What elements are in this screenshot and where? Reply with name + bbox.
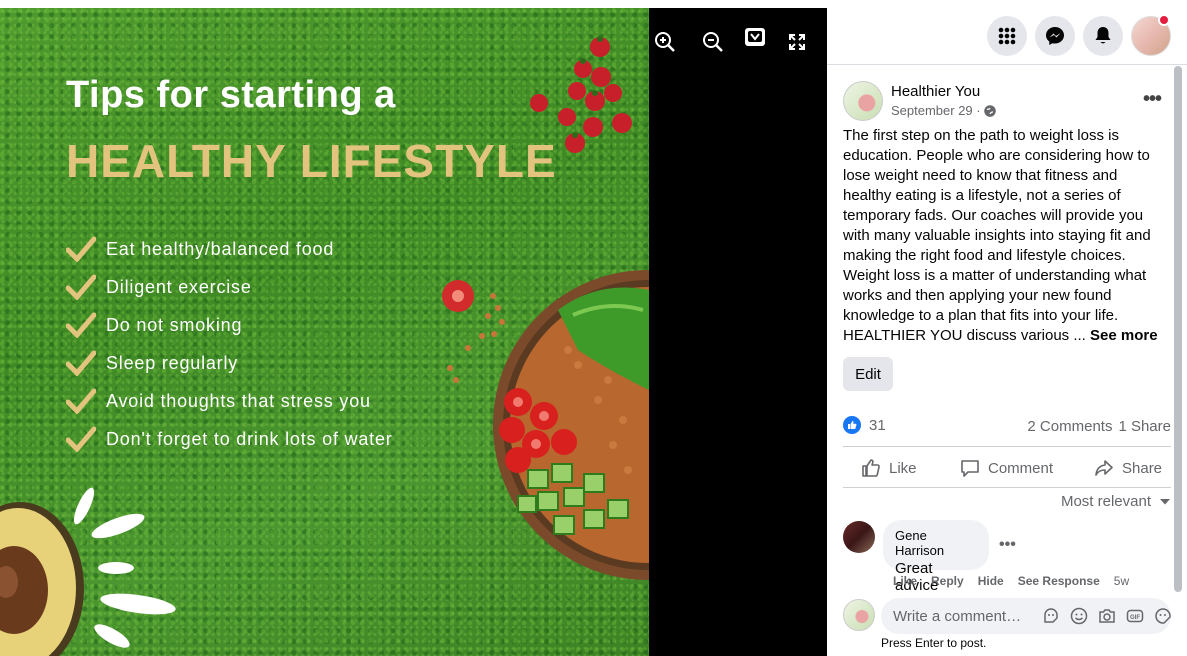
comment-actions: Like Reply Hide See Response 5w [893,574,1129,588]
tip-text: Sleep regularly [106,352,239,373]
composer-avatar [843,599,875,631]
sort-label: Most relevant [1060,493,1151,510]
photo-title-line1: Tips for starting a [66,74,396,116]
press-enter-hint: Press Enter to post. [881,636,987,650]
tips-list: Eat healthy/balanced food Diligent exerc… [66,230,393,458]
notifications-icon[interactable] [1083,16,1123,56]
comment-like-link[interactable]: Like [893,574,917,588]
avatar-sticker-icon[interactable] [1041,606,1061,626]
comment-time[interactable]: 5w [1114,574,1129,588]
tag-icon[interactable] [741,22,769,50]
emoji-icon[interactable] [1069,606,1089,626]
fullscreen-icon[interactable] [783,28,811,56]
messenger-icon[interactable] [1035,16,1075,56]
post-sidebar: Healthier You September 29 · ••• The fir… [827,0,1187,656]
strawberries-graphic [530,36,632,153]
tip-text: Eat healthy/balanced food [106,238,335,259]
likes-count: 31 [869,416,886,434]
see-response-link[interactable]: See Response [1018,574,1100,588]
chevron-down-icon [1160,498,1170,504]
svg-text:GIF: GIF [1130,615,1140,621]
reactions-summary[interactable]: 31 [843,416,886,434]
checkmark-icon [66,426,96,452]
post-text: The first step on the path to weight los… [843,126,1163,346]
comment-composer[interactable]: GIF [881,598,1171,634]
tip-text: Don't forget to drink lots of water [106,428,393,449]
post-date[interactable]: September 29 · [891,103,996,118]
comment-reply-link[interactable]: Reply [931,574,964,588]
share-button[interactable]: Share [1094,456,1162,480]
tip-item: Diligent exercise [66,268,393,306]
comment-sort-dropdown[interactable]: Most relevant [1061,493,1171,510]
page-avatar[interactable] [843,81,883,121]
checkmark-icon [66,236,96,262]
decorative-strokes [73,487,176,648]
checkmark-icon [66,312,96,338]
photo-viewer: Tips for starting a HEALTHY LIFESTYLE Ea… [0,0,827,656]
tip-text: Diligent exercise [106,276,252,297]
salad-bowl-graphic [493,270,649,580]
like-label: Like [889,459,917,477]
edit-button[interactable]: Edit [843,357,893,391]
like-icon [862,459,880,477]
see-more-link[interactable]: See more [1090,327,1158,344]
post-body: The first step on the path to weight los… [843,127,1151,344]
tip-item: Avoid thoughts that stress you [66,382,393,420]
composer-icons: GIF [1041,606,1173,626]
post-date-text[interactable]: September 29 · [891,103,981,118]
checkmark-icon [66,350,96,376]
globe-icon [983,104,996,117]
comment-icon [961,460,979,477]
photo-title-line2: HEALTHY LIFESTYLE [66,135,557,187]
commenter-name[interactable]: Gene Harrison [895,528,977,558]
sticker-icon[interactable] [1153,606,1173,626]
shares-count[interactable]: 1 Share [1118,418,1171,435]
comments-count[interactable]: 2 Comments [1027,418,1112,435]
menu-grid-icon[interactable] [987,16,1027,56]
checkmark-icon [66,388,96,414]
more-options-icon[interactable]: ••• [1143,88,1162,111]
like-reaction-icon [843,416,861,434]
share-icon [1095,460,1113,476]
zoom-out-icon[interactable] [699,28,727,56]
tip-text: Avoid thoughts that stress you [106,390,371,411]
comment-label: Comment [988,459,1054,477]
post-photo[interactable]: Tips for starting a HEALTHY LIFESTYLE Ea… [0,8,649,656]
tip-item: Sleep regularly [66,344,393,382]
gif-icon[interactable]: GIF [1125,606,1145,626]
like-button[interactable]: Like [861,456,917,480]
camera-icon[interactable] [1097,606,1117,626]
checkmark-icon [66,274,96,300]
comment-options-icon[interactable]: ••• [999,536,1016,554]
divider [843,446,1171,447]
comment-button[interactable]: Comment [960,456,1053,480]
page-name[interactable]: Healthier You [891,83,980,100]
notification-dot [1158,14,1170,26]
tip-item: Do not smoking [66,306,393,344]
divider [843,487,1171,488]
commenter-avatar[interactable] [843,521,875,553]
top-strip [0,0,827,8]
scrollbar[interactable] [1174,66,1182,592]
tip-item: Don't forget to drink lots of water [66,420,393,458]
tip-item: Eat healthy/balanced food [66,230,393,268]
comment-input[interactable] [893,607,1033,625]
header-divider [827,64,1187,65]
tip-text: Do not smoking [106,314,243,335]
viewer-controls [649,22,827,62]
share-label: Share [1122,459,1163,477]
comment-hide-link[interactable]: Hide [978,574,1004,588]
comment-bubble: Gene Harrison Great advice [883,520,989,594]
engagement-counts: 2 Comments 1 Share [1027,418,1171,435]
zoom-in-icon[interactable] [651,28,679,56]
